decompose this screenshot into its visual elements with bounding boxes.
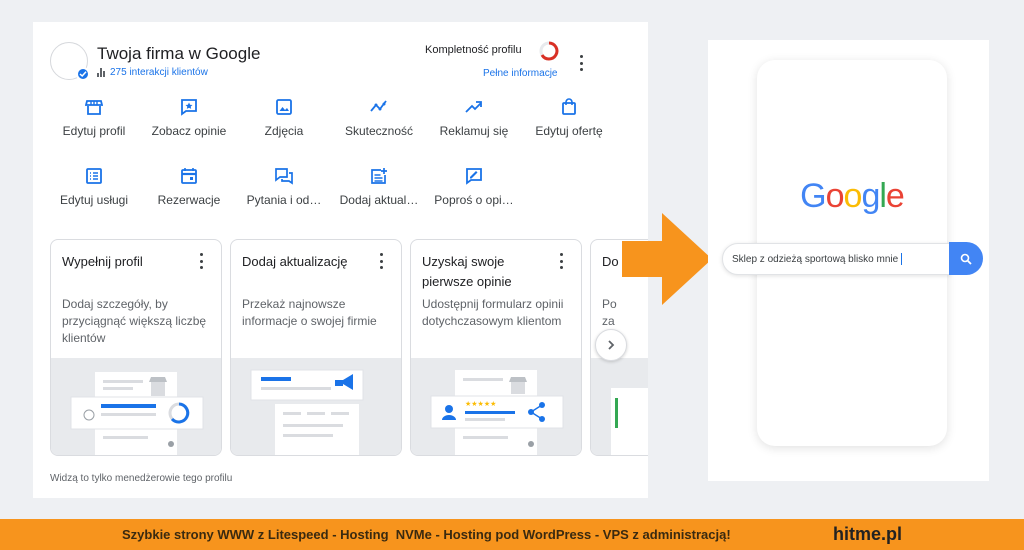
- google-logo: Google: [757, 177, 947, 216]
- google-logo-letter: o: [825, 177, 845, 215]
- avatar[interactable]: [50, 42, 90, 81]
- action-label: Rezerwacje: [157, 193, 221, 207]
- action-advertise[interactable]: Reklamuj się: [419, 98, 529, 138]
- card-complete-profile[interactable]: Wypełnij profil Dodaj szczegóły, by przy…: [50, 239, 222, 456]
- interactions-link[interactable]: 275 interakcji klientów: [97, 67, 208, 78]
- questions-icon: [275, 168, 293, 185]
- interactions-label: 275 interakcji klientów: [110, 67, 208, 78]
- action-add-update[interactable]: Dodaj aktual…: [324, 167, 434, 207]
- action-questions[interactable]: Pytania i od…: [229, 167, 339, 207]
- arrow-right-icon: [622, 213, 712, 305]
- verified-badge-icon: [76, 67, 90, 81]
- card-more-icon[interactable]: [559, 253, 563, 269]
- action-label: Zobacz opinie: [151, 124, 227, 138]
- google-logo-letter: G: [800, 177, 826, 215]
- action-photos[interactable]: Zdjęcia: [229, 98, 339, 138]
- action-label: Edytuj ofertę: [535, 124, 603, 138]
- more-options-icon[interactable]: [579, 55, 583, 71]
- action-label: Skuteczność: [344, 124, 414, 138]
- card-add-update[interactable]: Dodaj aktualizację Przekaż najnowsze inf…: [230, 239, 402, 456]
- card-illustration: ★★★★★: [411, 358, 581, 455]
- promo-banner[interactable]: Szybkie strony WWW z Litespeed - Hosting…: [0, 519, 1024, 550]
- action-label: Poproś o opi…: [434, 193, 514, 207]
- list-icon: [86, 168, 102, 184]
- action-label: Zdjęcia: [264, 124, 304, 138]
- managers-only-note: Widzą to tylko menedżerowie tego profilu: [50, 473, 233, 484]
- google-logo-letter: g: [861, 177, 880, 215]
- star-review-icon: [181, 99, 197, 116]
- search-input[interactable]: Sklep z odzieżą sportową blisko mnie: [722, 243, 950, 275]
- card-description: Udostępnij formularz opinii dotychczasow…: [422, 297, 564, 328]
- business-profile-panel: Twoja firma w Google 275 interakcji klie…: [33, 22, 648, 498]
- action-edit-services[interactable]: Edytuj usługi: [39, 167, 149, 207]
- action-label: Pytania i od…: [246, 193, 322, 207]
- search-query: Sklep z odzieżą sportową blisko mnie: [732, 253, 899, 265]
- post-add-icon: [371, 168, 387, 184]
- card-title: Wypełnij profil: [62, 254, 143, 269]
- card-title: Dodaj aktualizację: [242, 254, 348, 269]
- card-description: Dodaj szczegóły, by przyciągnąć większą …: [62, 297, 207, 345]
- card-description: Przekaż najnowsze informacje o swojej fi…: [242, 297, 377, 328]
- next-card-button[interactable]: [595, 329, 627, 361]
- card-more-icon[interactable]: [379, 253, 383, 269]
- rate-review-icon: [466, 168, 482, 185]
- calendar-icon: [181, 168, 197, 184]
- business-title: Twoja firma w Google: [97, 44, 261, 63]
- action-ask-review[interactable]: Poproś o opi…: [419, 167, 529, 207]
- trending-up-icon: [465, 101, 482, 113]
- photo-icon: [276, 99, 292, 115]
- completeness-ring-icon: [539, 41, 559, 61]
- action-see-reviews[interactable]: Zobacz opinie: [134, 98, 244, 138]
- card-illustration: [231, 358, 401, 455]
- action-bookings[interactable]: Rezerwacje: [134, 167, 244, 207]
- action-edit-offer[interactable]: Edytuj ofertę: [514, 98, 624, 138]
- card-more-icon[interactable]: [199, 253, 203, 269]
- google-logo-letter: o: [843, 177, 863, 215]
- action-edit-profile[interactable]: Edytuj profil: [39, 98, 149, 138]
- action-label: Dodaj aktual…: [339, 193, 419, 207]
- action-label: Edytuj usługi: [59, 193, 129, 207]
- performance-icon: [370, 100, 387, 112]
- chevron-right-icon: [608, 340, 615, 350]
- google-logo-text: Google: [800, 177, 905, 215]
- banner-brand[interactable]: hitme.pl: [833, 524, 902, 545]
- phone-mockup-panel: Google Sklep z odzieżą sportową blisko m…: [708, 40, 989, 481]
- profile-completeness-label: Kompletność profilu: [425, 44, 522, 56]
- card-get-reviews[interactable]: Uzyskaj swoje pierwsze opinie Udostępnij…: [410, 239, 582, 456]
- card-title: Uzyskaj swoje pierwsze opinie: [422, 254, 512, 289]
- text-caret: [901, 253, 903, 265]
- action-performance[interactable]: Skuteczność: [324, 98, 434, 138]
- storefront-icon: [85, 100, 103, 115]
- shopping-bag-icon: [562, 98, 576, 115]
- action-label: Reklamuj się: [439, 124, 509, 138]
- svg-text:★★★★★: ★★★★★: [465, 400, 496, 408]
- action-label: Edytuj profil: [62, 124, 126, 138]
- card-illustration: [591, 358, 648, 455]
- search-button[interactable]: [949, 242, 983, 275]
- google-logo-letter: e: [885, 177, 905, 215]
- banner-text: Szybkie strony WWW z Litespeed - Hosting…: [122, 527, 731, 542]
- search-icon: [960, 253, 972, 265]
- bar-chart-icon: [97, 68, 105, 77]
- card-illustration: [51, 358, 221, 455]
- full-info-link[interactable]: Pełne informacje: [483, 68, 557, 79]
